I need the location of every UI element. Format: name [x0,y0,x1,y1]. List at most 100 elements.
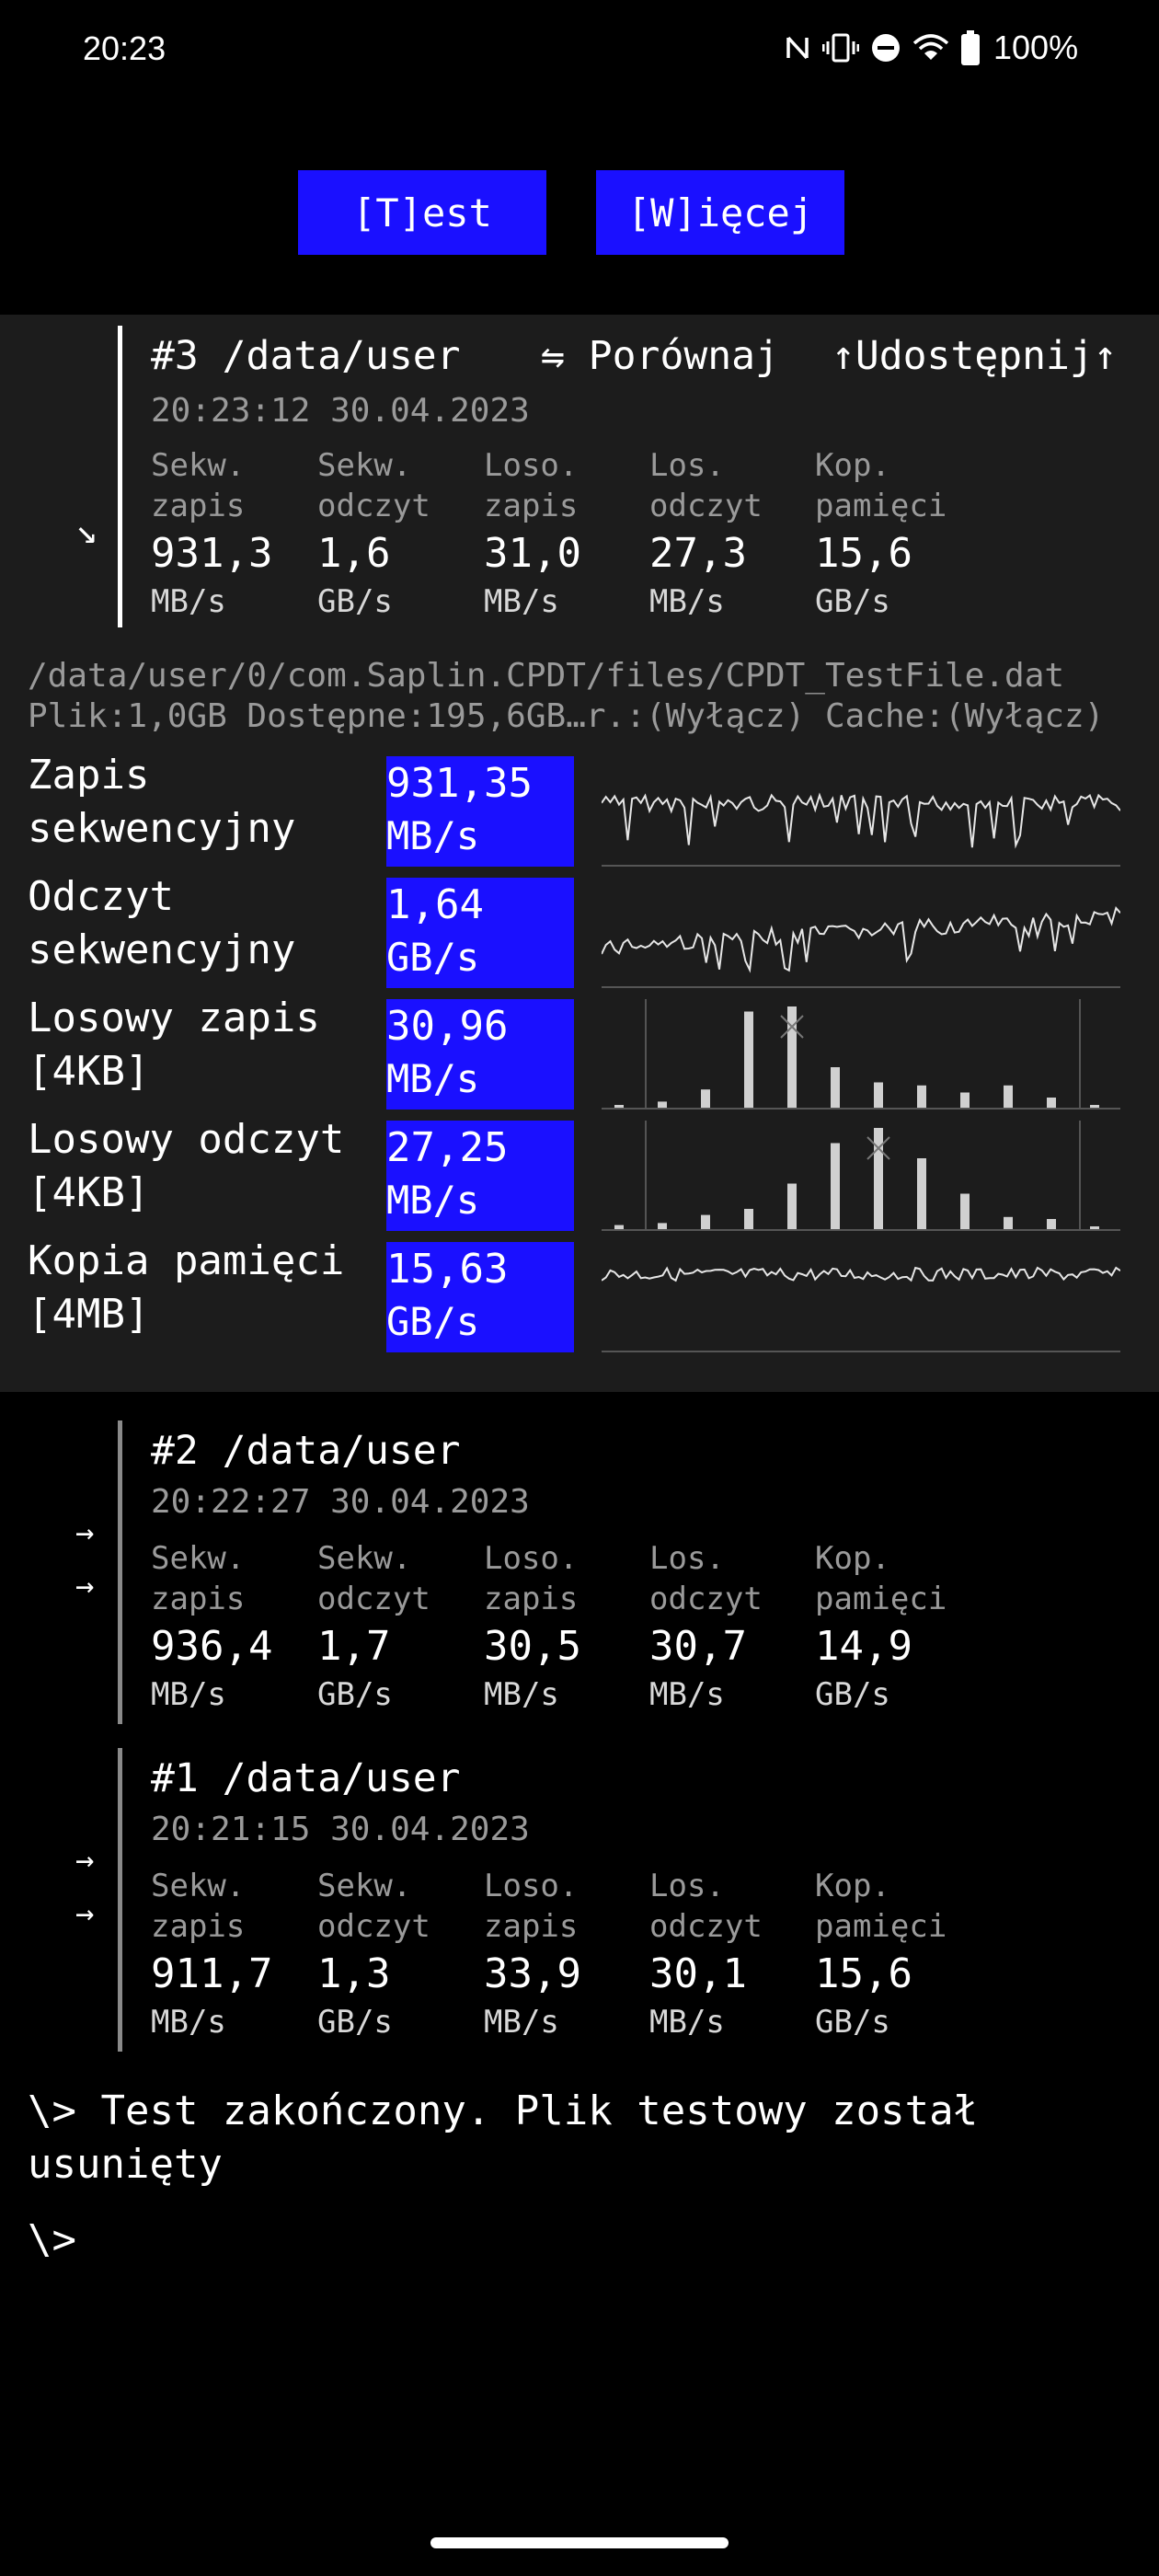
histogram-bar [917,1085,926,1108]
current-run-panel: ↘ #3 /data/user ⇋ Porównaj ↑Udostępnij↑ … [0,315,1159,1392]
metric-label-line2: odczyt [649,1581,763,1617]
run-divider [118,326,122,627]
histogram-bar [1004,1085,1013,1108]
test-button[interactable]: [T]est [298,170,546,255]
throughput-line [602,905,1120,973]
test-name-line2: sekwencyjny [28,805,296,852]
metric-label-line1: Sekw. [317,447,412,484]
metric-value: 30,5 [484,1623,581,1670]
test-result-unit: MB/s [386,813,480,858]
metric-label-line1: Sekw. [317,1540,412,1577]
share-button[interactable]: ↑Udostępnij↑ [832,333,1118,379]
metric-label-line1: Sekw. [151,1868,246,1904]
metric-value: 936,4 [151,1623,273,1670]
test-result-box: 1,64 GB/s [386,878,574,988]
histogram-bar [701,1089,710,1108]
metric-unit: MB/s [151,2004,226,2041]
run-title[interactable]: #1 /data/user [151,1755,461,1801]
metric-value: 33,9 [484,1950,581,1997]
histogram-bar [1004,1216,1013,1229]
metric-label-line2: odczyt [317,488,430,524]
metric-unit: GB/s [317,1676,393,1713]
metric-unit: MB/s [484,2004,559,2041]
metric-label-line1: Sekw. [151,447,246,484]
compare-arrow-icon[interactable]: → [75,1568,94,1604]
run-timestamp: 20:22:27 30.04.2023 [151,1483,530,1521]
test-name-line1: Odczyt [28,873,174,920]
test-name-line1: Losowy odczyt [28,1116,345,1163]
metric-value: 911,7 [151,1950,273,1997]
metric-label-line2: zapis [151,1581,246,1617]
compare-arrow-icon[interactable]: → [75,1514,94,1551]
run-divider [118,1420,122,1724]
test-name-line1: Zapis [28,752,150,799]
test-result-value: 15,63 [386,1246,509,1293]
test-result-unit: MB/s [386,1056,480,1101]
histogram-bar [1047,1098,1056,1108]
metric-label-line2: zapis [151,488,246,524]
run-divider [118,1748,122,2052]
metric-value: 1,7 [317,1623,391,1670]
throughput-graph [602,792,1120,867]
file-info[interactable]: Plik:1,0GB Dostępne:195,6GB…r.:(Wyłącz) … [28,697,1104,735]
battery-icon [961,30,980,65]
metric-value: 31,0 [484,530,581,577]
test-result-unit: GB/s [386,1299,480,1344]
battery-percent: 100% [993,29,1079,66]
histogram-bar [1047,1219,1056,1229]
histogram-bar [744,1011,753,1108]
history-entry[interactable]: → → #1 /data/user 20:21:15 30.04.2023 Sekw. z… [0,1748,1159,2052]
compare-arrow-icon[interactable]: → [75,1842,94,1879]
histogram-bar [874,1128,883,1229]
test-result-unit: GB/s [386,935,480,980]
run-title[interactable]: #3 /data/user [151,333,461,379]
console-message-line1: \> Test zakończony. Plik testowy został [28,2087,979,2134]
home-indicator[interactable] [430,2537,729,2548]
histogram-bar [831,1143,840,1229]
histogram-bar [658,1223,667,1229]
test-name-line2: [4KB] [28,1169,150,1216]
throughput-line [602,792,1120,849]
history-entry[interactable]: → → #2 /data/user 20:22:27 30.04.2023 Sekw. z… [0,1420,1159,1724]
metric-unit: MB/s [484,1676,559,1713]
metric-label-line2: pamięci [815,488,947,524]
histogram-bar [874,1082,883,1108]
histogram-bar [614,1225,624,1229]
test-result-value: 931,35 [386,760,533,807]
status-time: 20:23 [83,29,166,67]
latency-histogram [602,999,1120,1110]
metric-label-line2: odczyt [317,1908,430,1945]
throughput-graph [602,905,1120,988]
compare-arrow-icon[interactable]: → [75,1895,94,1932]
collapse-icon[interactable]: ↘ [75,510,98,552]
compare-button[interactable]: ⇋ Porównaj [541,333,779,379]
metric-unit: GB/s [317,583,393,620]
metric-value: 14,9 [815,1623,912,1670]
metric-label-line2: pamięci [815,1581,947,1617]
metric-label-line2: odczyt [317,1581,430,1617]
histogram-bar [744,1209,753,1229]
histogram-bar [917,1158,926,1229]
metric-value: 27,3 [649,530,747,577]
run-timestamp: 20:21:15 30.04.2023 [151,1811,530,1848]
test-name-line2: [4MB] [28,1291,150,1338]
run-title[interactable]: #2 /data/user [151,1428,461,1474]
metric-unit: MB/s [649,2004,725,2041]
throughput-line [602,1266,1120,1282]
more-button[interactable]: [W]ięcej [596,170,844,255]
metric-unit: GB/s [815,583,890,620]
metric-label-line1: Kop. [815,1868,890,1904]
metric-unit: MB/s [151,583,226,620]
metric-label-line1: Kop. [815,1540,890,1577]
test-result-unit: MB/s [386,1178,480,1223]
test-name-line1: Losowy zapis [28,995,320,1041]
throughput-graph [602,1266,1120,1352]
nfc-icon [786,36,809,60]
metric-label-line2: odczyt [649,1908,763,1945]
metric-value: 15,6 [815,530,912,577]
metric-label-line1: Sekw. [317,1868,412,1904]
metric-label-line2: zapis [484,488,579,524]
metric-label-line1: Los. [649,1868,725,1904]
vibrate-icon [822,33,859,63]
histogram-bar [1090,1226,1099,1229]
